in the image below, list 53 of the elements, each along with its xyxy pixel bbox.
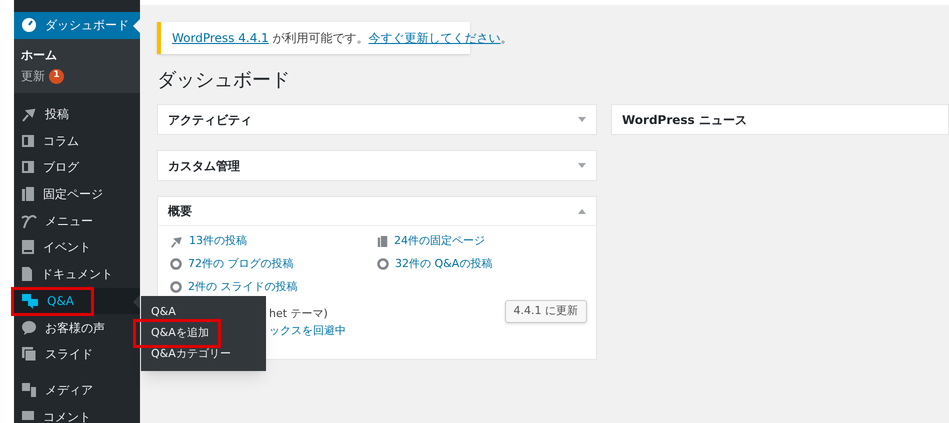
layout-icon [21, 134, 35, 148]
update-notice: WordPress 4.4.1 が利用可能です。今すぐ更新してください。 [172, 30, 513, 47]
summary-link[interactable]: 24件の固定ページ [394, 232, 485, 250]
page-title: ダッシュボード [157, 68, 291, 92]
sidebar-item[interactable]: ドキュメント [14, 260, 140, 288]
circle-icon [170, 258, 182, 270]
submenu-item[interactable]: ホーム [21, 46, 57, 64]
submenu-item[interactable]: 更新 [21, 67, 45, 86]
sidebar-item[interactable]: イベント [14, 234, 140, 261]
wordpress-version-link[interactable]: WordPress 4.4.1 [172, 31, 269, 45]
collapse-caret-icon[interactable] [578, 208, 586, 214]
circle-icon [170, 281, 182, 293]
expand-caret-icon[interactable] [578, 117, 586, 122]
pages-icon [21, 186, 35, 202]
summary-link[interactable]: 32件の Q&Aの投稿 [395, 256, 492, 272]
flyout-item[interactable]: Q&A [151, 304, 176, 321]
widget-title: アクティビティ [168, 112, 252, 128]
sidebar-item[interactable]: メディア [14, 376, 140, 404]
flyout-item[interactable]: Q&Aカテゴリー [151, 346, 231, 363]
chat-bubbles-icon [21, 292, 39, 309]
sidebar-item[interactable]: お客様の声 [14, 314, 140, 341]
speech-bubble-icon [21, 320, 37, 336]
sidebar-item[interactable]: 固定ページ [14, 180, 140, 208]
update-button[interactable]: 4.4.1 に更新 [504, 300, 587, 323]
summary-link[interactable]: 72件の ブログの投稿 [188, 256, 294, 272]
sidebar-item[interactable]: ブログ [14, 154, 140, 181]
book-icon [21, 239, 35, 256]
widget-title: 概要 [168, 203, 192, 220]
circle-icon [377, 258, 389, 270]
sidebar-item[interactable]: 投稿 [14, 100, 140, 128]
widget-title: カスタム管理 [168, 158, 240, 174]
expand-caret-icon[interactable] [578, 163, 586, 168]
comment-icon [21, 410, 35, 423]
media-icon [21, 382, 37, 398]
theme-info: het テーマ) [269, 306, 329, 322]
pages-icon [377, 234, 388, 248]
sidebar-item[interactable]: メニュー [14, 207, 140, 234]
layout-icon [21, 160, 35, 174]
sidebar-item[interactable]: コラム [14, 127, 140, 154]
search-engine-link[interactable]: ックスを回避中 [269, 322, 346, 339]
sidebar-item[interactable]: コメント [14, 403, 140, 423]
summary-link[interactable]: 13件の投稿 [189, 232, 247, 250]
document-icon [21, 266, 33, 282]
sidebar-item[interactable]: Q&A [14, 288, 140, 314]
sidebar-item[interactable]: スライド [14, 340, 140, 368]
widget-title: WordPress ニュース [622, 112, 747, 128]
flyout-item[interactable]: Q&Aを追加 [151, 325, 209, 342]
update-now-link[interactable]: 今すぐ更新してください [368, 31, 501, 45]
gauge-icon [21, 17, 37, 34]
sidebar-item[interactable]: ダッシュボード [14, 12, 140, 39]
update-count-badge: 1 [49, 68, 64, 84]
slides-icon [21, 346, 37, 362]
summary-link[interactable]: 2件の スライドの投稿 [188, 278, 298, 296]
